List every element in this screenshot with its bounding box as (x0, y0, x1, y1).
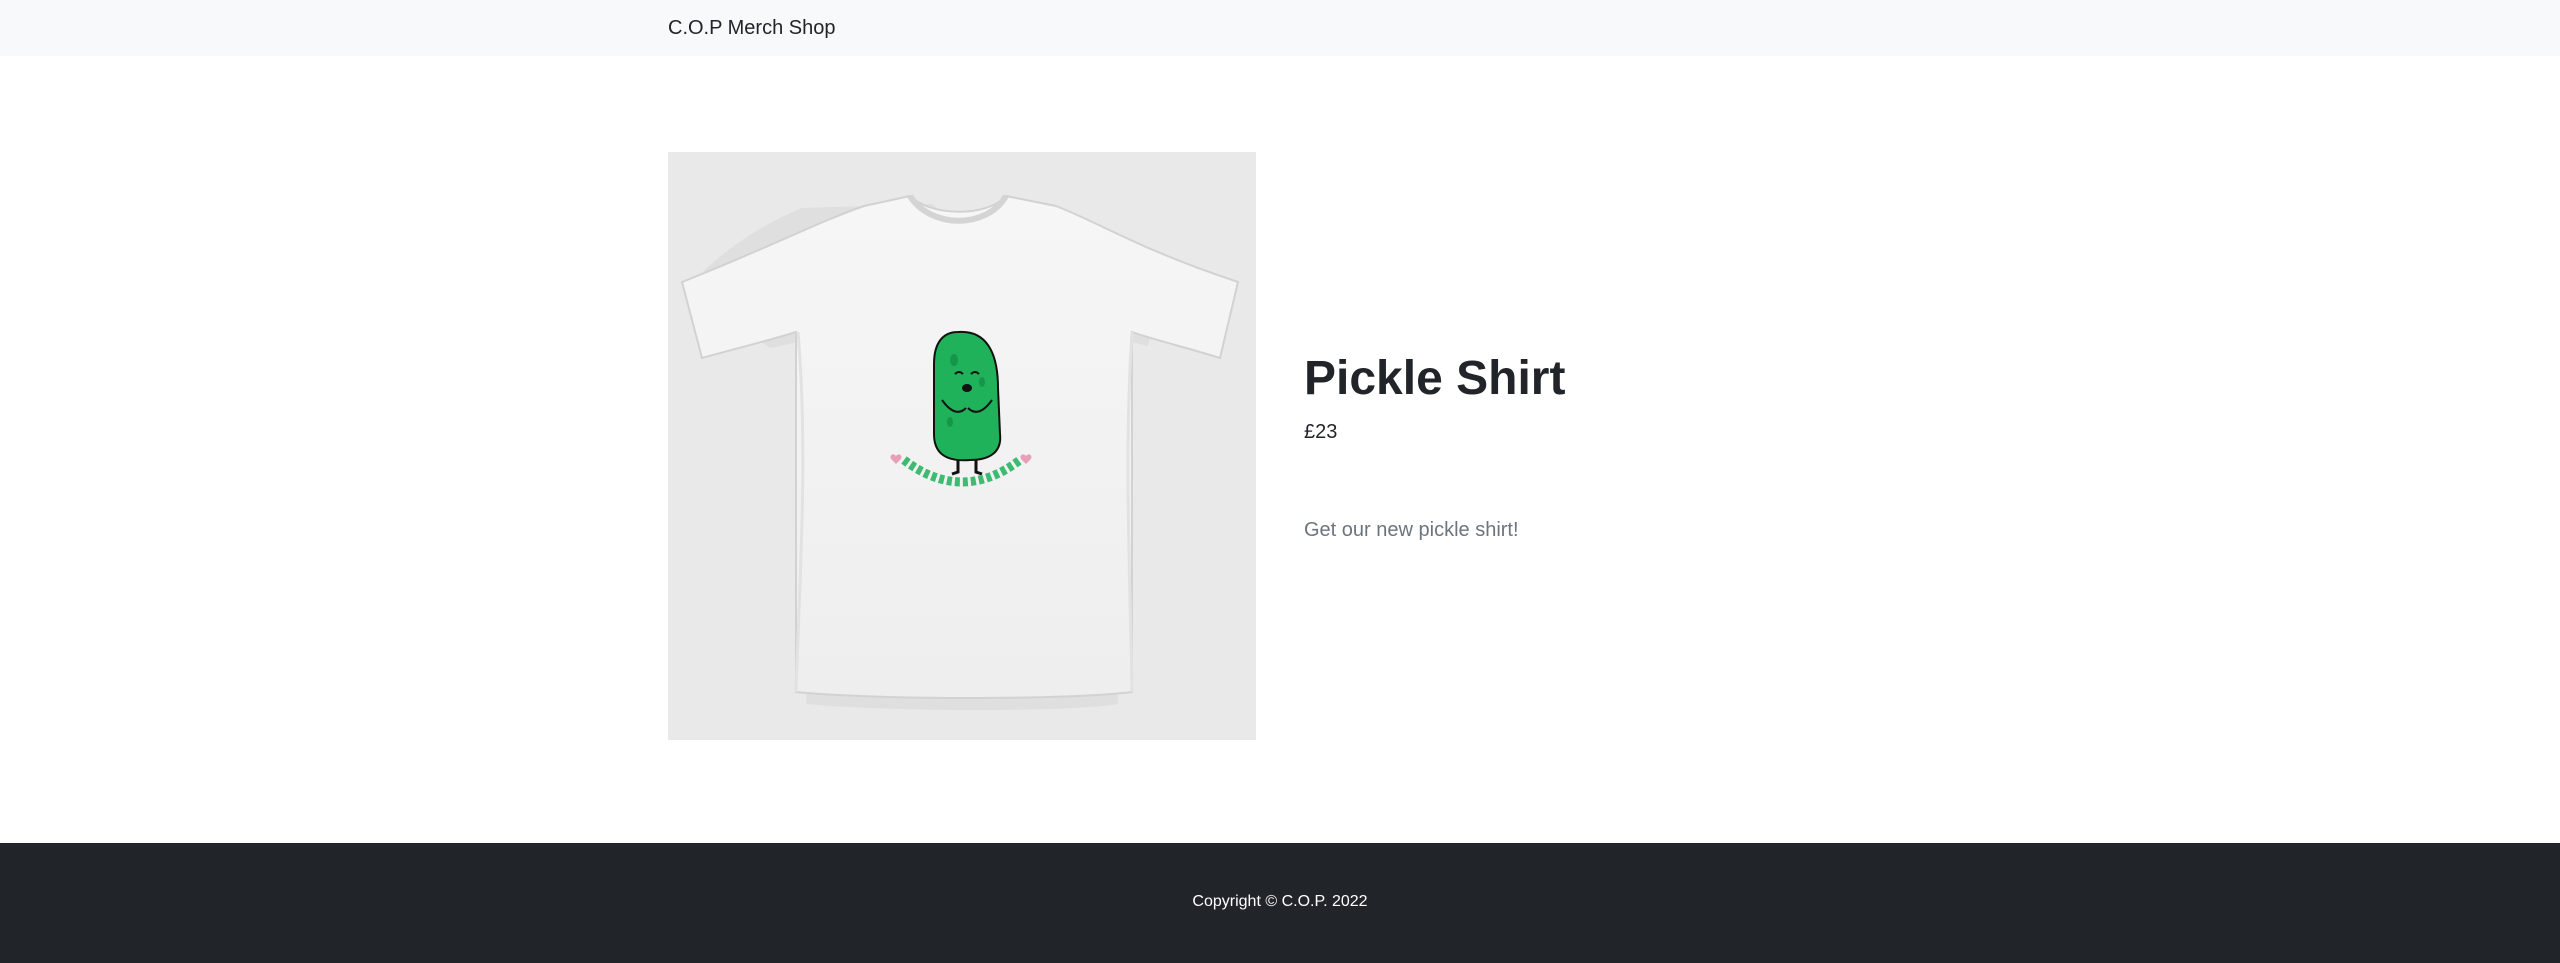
page-footer: Copyright © C.O.P. 2022 (0, 843, 2560, 963)
top-navbar: C.O.P Merch Shop (0, 0, 2560, 56)
brand-link[interactable]: C.O.P Merch Shop (668, 16, 835, 40)
copyright-text: Copyright © C.O.P. 2022 (1192, 893, 1368, 910)
product-image (668, 152, 1256, 740)
product-price: £23 (1304, 421, 1338, 443)
product-description: Get our new pickle shirt! (1304, 519, 1519, 541)
tshirt-illustration (680, 194, 1240, 710)
product-title: Pickle Shirt (1304, 352, 1566, 405)
